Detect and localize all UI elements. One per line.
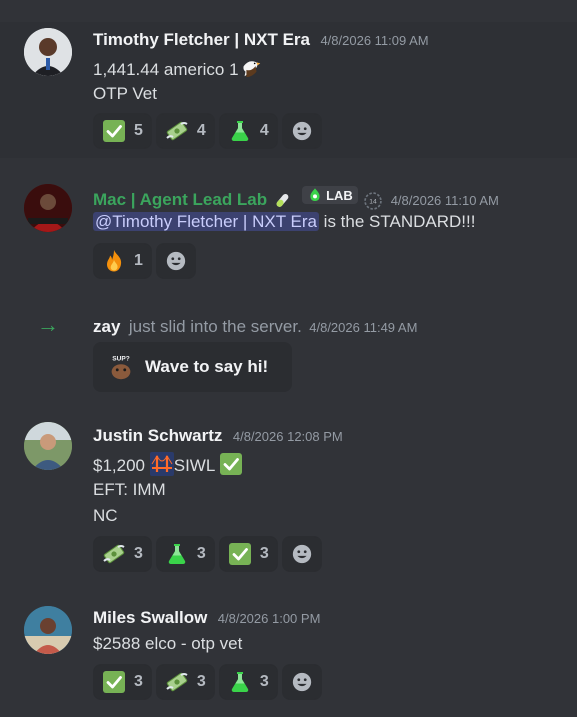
add-reaction-button[interactable] [281,536,322,572]
message-line: NC [93,506,118,525]
timestamp: 4/8/2026 12:08 PM [232,429,343,444]
message-line: @Timothy Fletcher | NXT Era is the STAND… [93,212,476,231]
add-reaction-button[interactable] [155,243,196,279]
smile-add-icon [290,670,314,694]
reaction-flask[interactable]: 4 [218,113,278,149]
timestamp: 4/8/2026 1:00 PM [217,611,321,626]
smile-add-icon [164,249,188,273]
svg-text:SUP?: SUP? [112,355,129,362]
lab-icon [307,187,323,203]
author-name[interactable]: Mac | Agent Lead Lab [93,190,267,209]
check-mark-icon [219,452,243,476]
join-text: just slid into the server. [128,317,302,336]
badge-icon: 14 [362,189,384,213]
avatar[interactable] [24,422,72,470]
author-name[interactable]: zay [93,317,120,336]
wave-sticker-icon: SUP? [105,351,137,383]
reaction-check[interactable]: 3 [218,536,278,572]
timestamp: 4/8/2026 11:10 AM [390,193,499,208]
author-name[interactable]: Miles Swallow [93,608,207,627]
reaction-money[interactable]: 3 [93,536,152,572]
wave-button[interactable]: SUP? Wave to say hi! [93,342,292,392]
check-mark-icon [228,542,252,566]
avatar[interactable] [24,606,72,654]
message-line: 1,441.44 americo 1 [93,56,263,80]
money-wings-icon [165,119,189,143]
eagle-icon [239,56,263,80]
message-line: $2588 elco - otp vet [93,634,243,653]
reaction-bar: 3 3 3 [93,664,322,700]
reaction-money[interactable]: 3 [155,664,215,700]
bridge-icon [149,452,174,476]
add-reaction-button[interactable] [281,113,322,149]
avatar[interactable] [24,184,72,232]
reaction-money[interactable]: 4 [155,113,215,149]
reaction-bar: 3 3 3 [93,536,322,572]
author-name[interactable]: Timothy Fletcher | NXT Era [93,30,310,49]
timestamp: 4/8/2026 11:09 AM [320,33,429,48]
money-wings-icon [165,670,189,694]
server-tag[interactable]: LAB [302,186,358,204]
message-miles[interactable]: Miles Swallow 4/8/2026 1:00 PM $2588 elc… [0,598,577,717]
flask-icon [165,542,189,566]
test-tube-icon [272,189,292,213]
reaction-bar: 5 4 4 [93,113,322,149]
add-reaction-button[interactable] [281,664,322,700]
join-arrow-icon: → [37,312,59,337]
author-name[interactable]: Justin Schwartz [93,426,222,445]
timestamp: 4/8/2026 11:49 AM [309,320,418,335]
reaction-flask[interactable]: 3 [218,664,278,700]
reaction-bar: 1 [93,243,196,279]
message-line: OTP Vet [93,84,157,103]
message-line: $1,200 SIWL [93,452,243,476]
avatar[interactable] [24,28,72,76]
svg-text:14: 14 [370,199,378,206]
message-justin[interactable]: Justin Schwartz 4/8/2026 12:08 PM $1,200… [0,414,577,584]
reaction-check[interactable]: 3 [93,664,152,700]
check-mark-icon [102,670,126,694]
reaction-flask[interactable]: 3 [155,536,215,572]
fire-icon [102,249,126,273]
reaction-check[interactable]: 5 [93,113,152,149]
message-timothy[interactable]: Timothy Fletcher | NXT Era 4/8/2026 11:0… [0,22,577,158]
message-mac[interactable]: Mac | Agent Lead Lab LAB 14 4/8/2026 11:… [0,176,577,286]
smile-add-icon [290,542,314,566]
message-line: EFT: IMM [93,480,166,499]
money-wings-icon [102,542,126,566]
user-mention[interactable]: @Timothy Fletcher | NXT Era [93,212,319,231]
reaction-fire[interactable]: 1 [93,243,152,279]
smile-add-icon [290,119,314,143]
check-mark-icon [102,119,126,143]
flask-icon [228,670,252,694]
flask-icon [228,119,252,143]
